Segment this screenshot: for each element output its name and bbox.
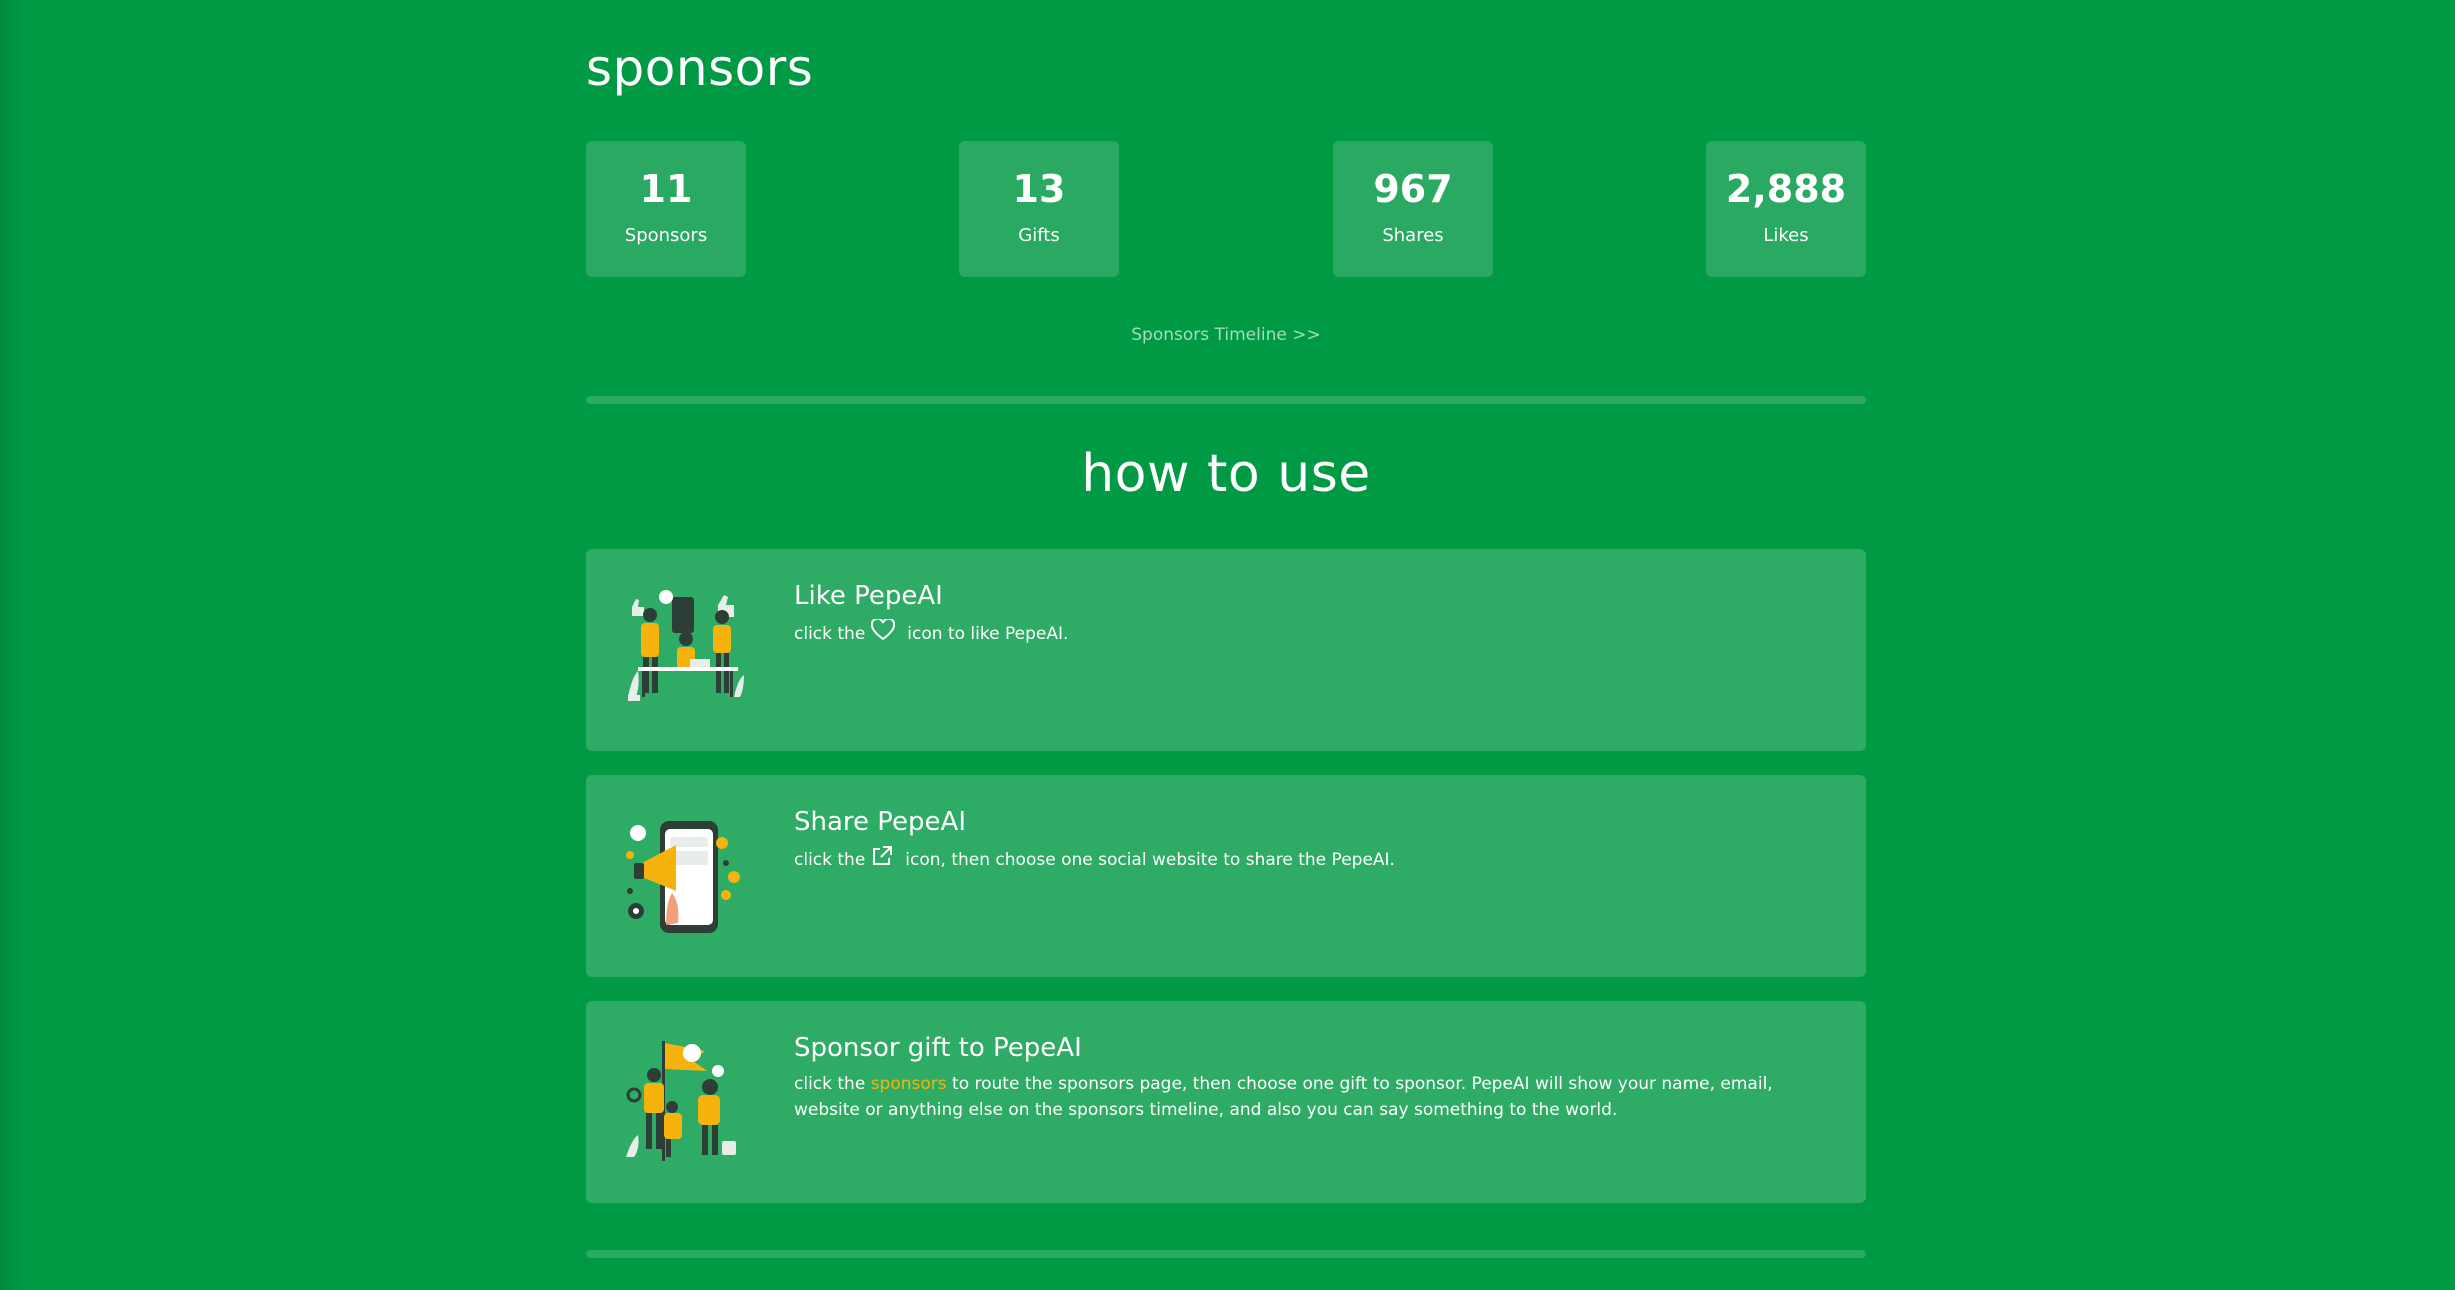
like-illustration — [628, 590, 744, 701]
card-share: Share PepeAI click the icon, then choose … — [586, 775, 1866, 977]
stats-row: 11 Sponsors 13 Gifts 967 Shares 2,888 Li… — [586, 141, 1866, 277]
card-like: Like PepeAI click the icon to like PepeAI… — [586, 549, 1866, 751]
card-text-before: click the — [794, 850, 866, 870]
stat-gifts: 13 Gifts — [959, 141, 1119, 277]
stat-value: 13 — [1012, 167, 1066, 211]
section-divider-bottom — [586, 1250, 1866, 1258]
card-text-after: icon to like PepeAI. — [907, 624, 1069, 644]
share-illustration — [626, 821, 740, 933]
stat-label: Shares — [1382, 225, 1444, 246]
stat-label: Gifts — [1018, 225, 1060, 246]
card-text-before: click the — [794, 624, 866, 644]
left-edge-shadow — [0, 0, 22, 1290]
stat-label: Likes — [1763, 225, 1809, 246]
card-description: click the icon to like PepeAI. — [794, 617, 1814, 649]
card-description: click the sponsors to route the sponsors… — [794, 1071, 1814, 1123]
stat-likes: 2,888 Likes — [1706, 141, 1866, 277]
how-to-use-title: how to use — [1081, 444, 1371, 504]
external-link-icon — [871, 845, 893, 875]
card-description: click the icon, then choose one social we… — [794, 845, 1814, 875]
stat-sponsors: 11 Sponsors — [586, 141, 746, 277]
sponsors-title: sponsors — [586, 39, 814, 97]
card-sponsor-gift: Sponsor gift to PepeAI click the sponsor… — [586, 1001, 1866, 1203]
stat-label: Sponsors — [624, 225, 708, 246]
section-divider — [586, 396, 1866, 404]
card-title: Share PepeAI — [794, 807, 966, 837]
card-title: Like PepeAI — [794, 581, 943, 611]
stat-value: 11 — [639, 167, 693, 211]
sponsor-illustration — [626, 1041, 736, 1161]
heart-icon — [871, 617, 896, 649]
card-text-after: icon, then choose one social website to … — [905, 850, 1395, 870]
stat-value: 2,888 — [1725, 167, 1847, 211]
card-title: Sponsor gift to PepeAI — [794, 1033, 1082, 1063]
sponsors-timeline-link[interactable]: Sponsors Timeline >> — [586, 324, 1866, 346]
stat-value: 967 — [1373, 167, 1453, 211]
sponsors-link[interactable]: sponsors — [871, 1074, 947, 1094]
stat-shares: 967 Shares — [1333, 141, 1493, 277]
card-text-before: click the — [794, 1074, 866, 1094]
